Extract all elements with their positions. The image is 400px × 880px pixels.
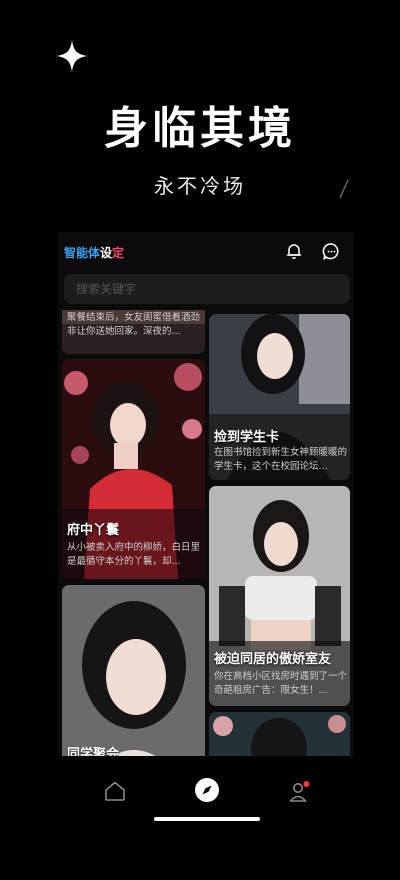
brand-title: 智能体设定 — [64, 244, 124, 261]
notification-badge — [303, 781, 310, 787]
search-input[interactable]: 搜索关键字 — [64, 274, 350, 304]
app-header: 智能体设定 — [58, 232, 354, 270]
story-card[interactable]: 捡到学生卡 在图书馆捡到新生女神顾暖暖的学生卡，这个在校园论坛... — [209, 314, 350, 480]
sparkle-icon — [56, 40, 88, 72]
profile-icon[interactable] — [287, 780, 311, 804]
home-icon[interactable] — [104, 780, 126, 802]
card-desc: 聚餐结束后，女友闺蜜借着酒劲非让你送她回家。深夜的... — [67, 312, 201, 337]
story-card[interactable]: 府中丫鬟 从小被卖入府中的柳娇，白日里是最循守本分的丫鬟，却... — [62, 359, 205, 579]
story-card[interactable]: 聚餐结束后，女友闺蜜借着酒劲非让你送她回家。深夜的... — [62, 310, 205, 354]
story-feed[interactable]: 聚餐结束后，女友闺蜜借着酒劲非让你送她回家。深夜的... 府中丫鬟 从小被卖入府… — [58, 310, 354, 756]
discover-icon[interactable] — [194, 777, 220, 803]
promo-headline: 身临其境 — [104, 103, 296, 154]
card-desc: 从小被卖入府中的柳娇，白日里是最循守本分的丫鬟，却... — [67, 542, 201, 567]
story-card[interactable] — [209, 712, 350, 756]
card-title: 捡到学生卡 — [214, 430, 280, 445]
brand-part-1: 智能体 — [64, 246, 101, 260]
chat-icon[interactable] — [322, 242, 341, 261]
brand-part-3: 定 — [112, 246, 125, 260]
card-title: 同学聚会 — [67, 747, 120, 756]
brand-part-2: 设 — [100, 246, 113, 260]
card-desc: 你在高档小区找房时遇到了一个奇葩租房广告：限女生！... — [214, 671, 348, 696]
decorative-slash — [339, 179, 349, 199]
story-card[interactable]: 同学聚会 — [62, 585, 205, 756]
card-title: 被迫同居的傲娇室友 — [214, 652, 332, 667]
story-card[interactable]: 被迫同居的傲娇室友 你在高档小区找房时遇到了一个奇葩租房广告：限女生！... — [209, 486, 350, 706]
card-image — [209, 712, 350, 756]
card-title: 府中丫鬟 — [67, 523, 120, 538]
card-image — [62, 585, 205, 756]
app-screen: 智能体设定 搜索关键字 聚餐结束后，女友闺蜜借着酒劲非让你送她回家。深夜的... — [58, 232, 354, 756]
bell-icon[interactable] — [285, 242, 303, 260]
card-desc: 在图书馆捡到新生女神顾暖暖的学生卡，这个在校园论坛... — [214, 447, 348, 472]
home-indicator — [154, 817, 260, 821]
